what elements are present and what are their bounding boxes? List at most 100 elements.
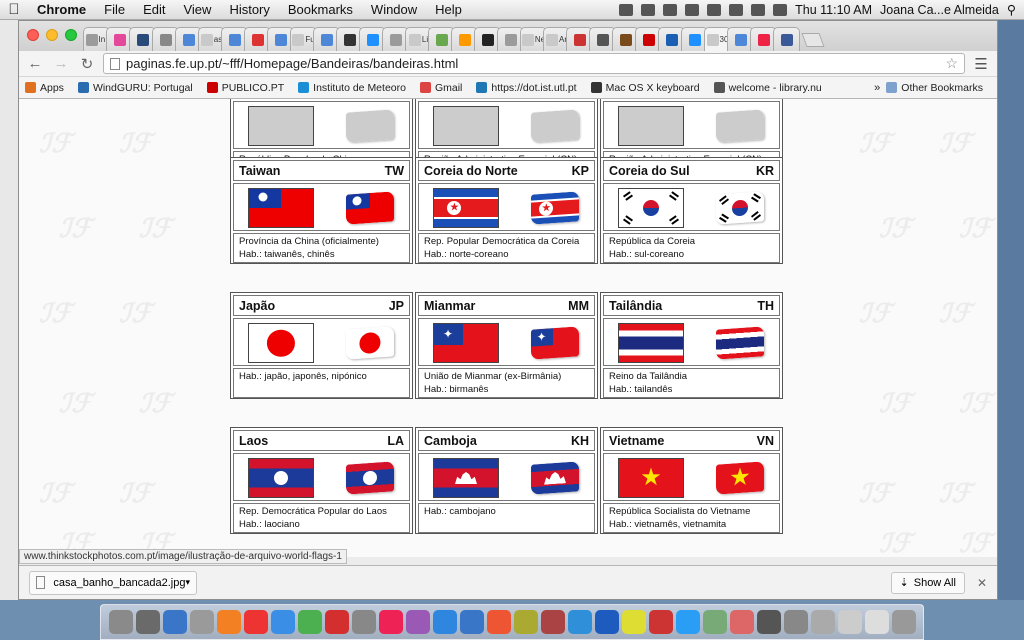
dock-app-icon[interactable] xyxy=(513,610,538,634)
dock-app-icon[interactable] xyxy=(297,610,322,634)
close-download-shelf-icon[interactable]: ✕ xyxy=(977,576,987,590)
browser-tab[interactable] xyxy=(773,27,800,51)
dock-app-icon[interactable] xyxy=(567,610,592,634)
flat-flag-image[interactable] xyxy=(248,458,314,498)
reload-icon[interactable]: ↻ xyxy=(77,54,97,74)
bookmark-star-icon[interactable]: ☆ xyxy=(945,55,958,72)
flat-flag-image[interactable] xyxy=(248,323,314,363)
dock-app-icon[interactable] xyxy=(351,610,376,634)
time-machine-icon[interactable] xyxy=(663,3,678,16)
battery-icon[interactable] xyxy=(773,3,788,16)
waving-flag-image[interactable] xyxy=(716,109,764,143)
download-item[interactable]: casa_banho_bancada2.jpg ▾ xyxy=(29,570,197,595)
menu-bookmarks[interactable]: Bookmarks xyxy=(279,2,362,17)
dock-app-icon[interactable] xyxy=(108,610,133,634)
dock-app-icon[interactable] xyxy=(675,610,700,634)
back-arrow-icon[interactable]: ← xyxy=(25,54,45,74)
waving-flag-image[interactable] xyxy=(346,109,394,143)
dock-app-icon[interactable] xyxy=(189,610,214,634)
flat-flag-image[interactable] xyxy=(618,106,684,146)
bookmarks-overflow-chevron-icon[interactable]: » xyxy=(874,82,880,94)
flat-flag-image[interactable] xyxy=(248,106,314,146)
display-icon[interactable] xyxy=(685,3,700,16)
waving-flag-image[interactable]: ✦ xyxy=(531,326,579,360)
menu-file[interactable]: File xyxy=(95,2,134,17)
apple-menu-icon[interactable]:  xyxy=(0,1,28,18)
dock-app-icon[interactable] xyxy=(324,610,349,634)
dock-app-icon[interactable] xyxy=(459,610,484,634)
dock-app-icon[interactable] xyxy=(864,610,889,634)
dock-app-icon[interactable] xyxy=(162,610,187,634)
waving-flag-image[interactable] xyxy=(531,461,579,495)
dock-app-icon[interactable] xyxy=(135,610,160,634)
menu-help[interactable]: Help xyxy=(426,2,471,17)
download-menu-caret-icon[interactable]: ▾ xyxy=(185,577,190,588)
menubar-user[interactable]: Joana Ca...e Almeida xyxy=(880,3,999,17)
flat-flag-image[interactable] xyxy=(248,188,314,228)
dock-app-icon[interactable] xyxy=(729,610,754,634)
chrome-menu-icon[interactable]: ☰ xyxy=(971,55,991,73)
dock-app-icon[interactable] xyxy=(648,610,673,634)
flat-flag-image[interactable]: ★ xyxy=(433,188,499,228)
menu-app-name[interactable]: Chrome xyxy=(28,2,95,17)
waving-flag-image[interactable] xyxy=(716,191,764,225)
dock-app-icon[interactable] xyxy=(405,610,430,634)
cloud-sync-icon[interactable] xyxy=(619,3,634,16)
flat-flag-image[interactable] xyxy=(618,323,684,363)
tab-favicon-icon xyxy=(780,33,793,46)
waving-flag-image[interactable]: ★ xyxy=(716,461,764,495)
waving-flag-image[interactable]: ★ xyxy=(531,191,579,225)
new-tab-button[interactable] xyxy=(801,33,825,47)
menu-view[interactable]: View xyxy=(174,2,220,17)
show-all-downloads-button[interactable]: ⇣ Show All xyxy=(890,571,965,594)
dock-app-icon[interactable] xyxy=(837,610,862,634)
waving-flag-image[interactable] xyxy=(346,326,394,360)
dock-app-icon[interactable] xyxy=(432,610,457,634)
menu-history[interactable]: History xyxy=(220,2,278,17)
waving-flag-image[interactable] xyxy=(531,109,579,143)
dock-app-icon[interactable] xyxy=(702,610,727,634)
bluetooth-icon[interactable] xyxy=(707,3,722,16)
bookmark-item[interactable]: WindGURU: Portugal xyxy=(77,82,193,94)
window-minimize-button[interactable] xyxy=(46,29,58,41)
dock-app-icon[interactable] xyxy=(270,610,295,634)
bookmark-item[interactable]: PUBLICO.PT xyxy=(206,82,284,94)
spotlight-search-icon[interactable]: ⚲ xyxy=(1007,2,1016,17)
volume-icon[interactable] xyxy=(751,3,766,16)
flat-flag-image[interactable] xyxy=(618,188,684,228)
dock-app-icon[interactable] xyxy=(486,610,511,634)
waving-flag-image[interactable] xyxy=(346,191,394,225)
bookmark-item[interactable]: welcome - library.nu xyxy=(713,82,822,94)
flat-flag-image[interactable]: ✦ xyxy=(433,323,499,363)
screen-icon[interactable] xyxy=(641,3,656,16)
bookmark-item[interactable]: Mac OS X keyboard xyxy=(590,82,700,94)
dock-app-icon[interactable] xyxy=(540,610,565,634)
dock-app-icon[interactable] xyxy=(243,610,268,634)
bookmark-item[interactable]: Apps xyxy=(25,82,64,94)
dock-app-icon[interactable] xyxy=(216,610,241,634)
forward-arrow-icon[interactable]: → xyxy=(51,54,71,74)
window-close-button[interactable] xyxy=(27,29,39,41)
waving-flag-image[interactable] xyxy=(346,461,394,495)
bookmark-item[interactable]: https://dot.ist.utl.pt xyxy=(476,82,577,94)
waving-flag-image[interactable] xyxy=(716,326,764,360)
menu-edit[interactable]: Edit xyxy=(134,2,174,17)
dock-app-icon[interactable] xyxy=(891,610,916,634)
menu-window[interactable]: Window xyxy=(362,2,426,17)
dock-app-icon[interactable] xyxy=(594,610,619,634)
bookmark-other-folder[interactable]: Other Bookmarks xyxy=(886,82,983,94)
address-bar[interactable]: paginas.fe.up.pt/~fff/Homepage/Bandeiras… xyxy=(103,53,965,74)
menubar-clock[interactable]: Thu 11:10 AM xyxy=(795,3,872,17)
bookmark-item[interactable]: Instituto de Meteoro xyxy=(298,82,406,94)
dock-app-icon[interactable] xyxy=(810,610,835,634)
flat-flag-image[interactable] xyxy=(433,106,499,146)
wifi-icon[interactable] xyxy=(729,3,744,16)
flat-flag-image[interactable]: ★ xyxy=(618,458,684,498)
dock-app-icon[interactable] xyxy=(621,610,646,634)
window-zoom-button[interactable] xyxy=(65,29,77,41)
bookmark-item[interactable]: Gmail xyxy=(419,82,462,94)
dock-app-icon[interactable] xyxy=(378,610,403,634)
dock-app-icon[interactable] xyxy=(756,610,781,634)
flat-flag-image[interactable] xyxy=(433,458,499,498)
dock-app-icon[interactable] xyxy=(783,610,808,634)
